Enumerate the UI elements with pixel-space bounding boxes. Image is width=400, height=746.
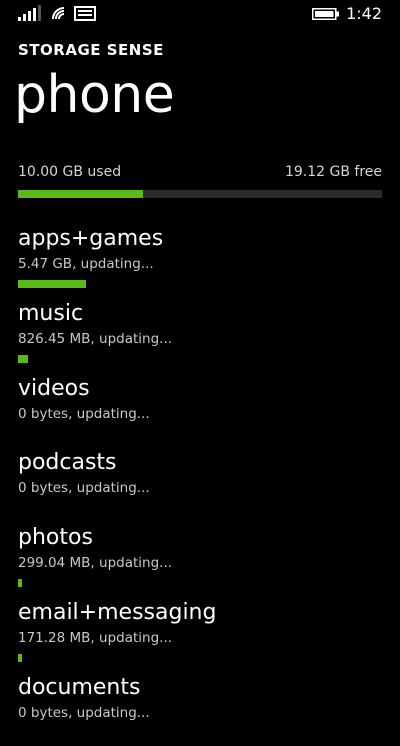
category-name: email+messaging [18, 599, 217, 625]
storage-usage-bar [18, 190, 382, 198]
category-usage-bar [18, 653, 22, 662]
category-size: 5.47 GB, updating... [18, 256, 154, 272]
category-item-documents[interactable]: documents 0 bytes, updating... [0, 671, 400, 746]
category-size: 0 bytes, updating... [18, 704, 150, 721]
used-storage-label: 10.00 GB used [18, 164, 122, 180]
clock: 1:42 [346, 4, 382, 23]
category-item-apps-games[interactable]: apps+games 5.47 GB, updating... [0, 222, 400, 297]
category-size: 0 bytes, updating... [18, 405, 150, 422]
status-bar: 1:42 [0, 0, 400, 30]
category-name: videos [18, 375, 90, 401]
category-usage-bar [18, 354, 28, 363]
wifi-icon [52, 7, 65, 20]
category-item-email-messaging[interactable]: email+messaging 171.28 MB, updating... [0, 596, 400, 671]
category-usage-bar [18, 579, 22, 588]
category-list: apps+games 5.47 GB, updating... music 82… [0, 222, 400, 746]
signal-icon [18, 5, 41, 21]
app-title: STORAGE SENSE [18, 41, 164, 59]
storage-usage-fill [18, 190, 143, 198]
category-item-videos[interactable]: videos 0 bytes, updating... [0, 372, 400, 447]
category-size: 826.45 MB, updating... [18, 330, 173, 347]
category-item-music[interactable]: music 826.45 MB, updating... [0, 297, 400, 372]
message-icon [74, 6, 96, 21]
category-item-podcasts[interactable]: podcasts 0 bytes, updating... [0, 446, 400, 521]
category-item-photos[interactable]: photos 299.04 MB, updating... [0, 521, 400, 596]
free-storage-label: 19.12 GB free [284, 164, 382, 180]
category-name: apps+games [18, 226, 164, 251]
category-usage-bar [18, 280, 86, 288]
battery-icon [312, 8, 339, 20]
category-size: 171.28 MB, updating... [18, 629, 173, 646]
category-name: photos [18, 525, 93, 551]
category-size: 299.04 MB, updating... [18, 555, 173, 572]
category-name: documents [18, 674, 141, 700]
category-name: music [18, 300, 84, 326]
category-name: podcasts [18, 450, 117, 476]
page-title: phone [14, 65, 175, 125]
category-size: 0 bytes, updating... [18, 480, 150, 497]
